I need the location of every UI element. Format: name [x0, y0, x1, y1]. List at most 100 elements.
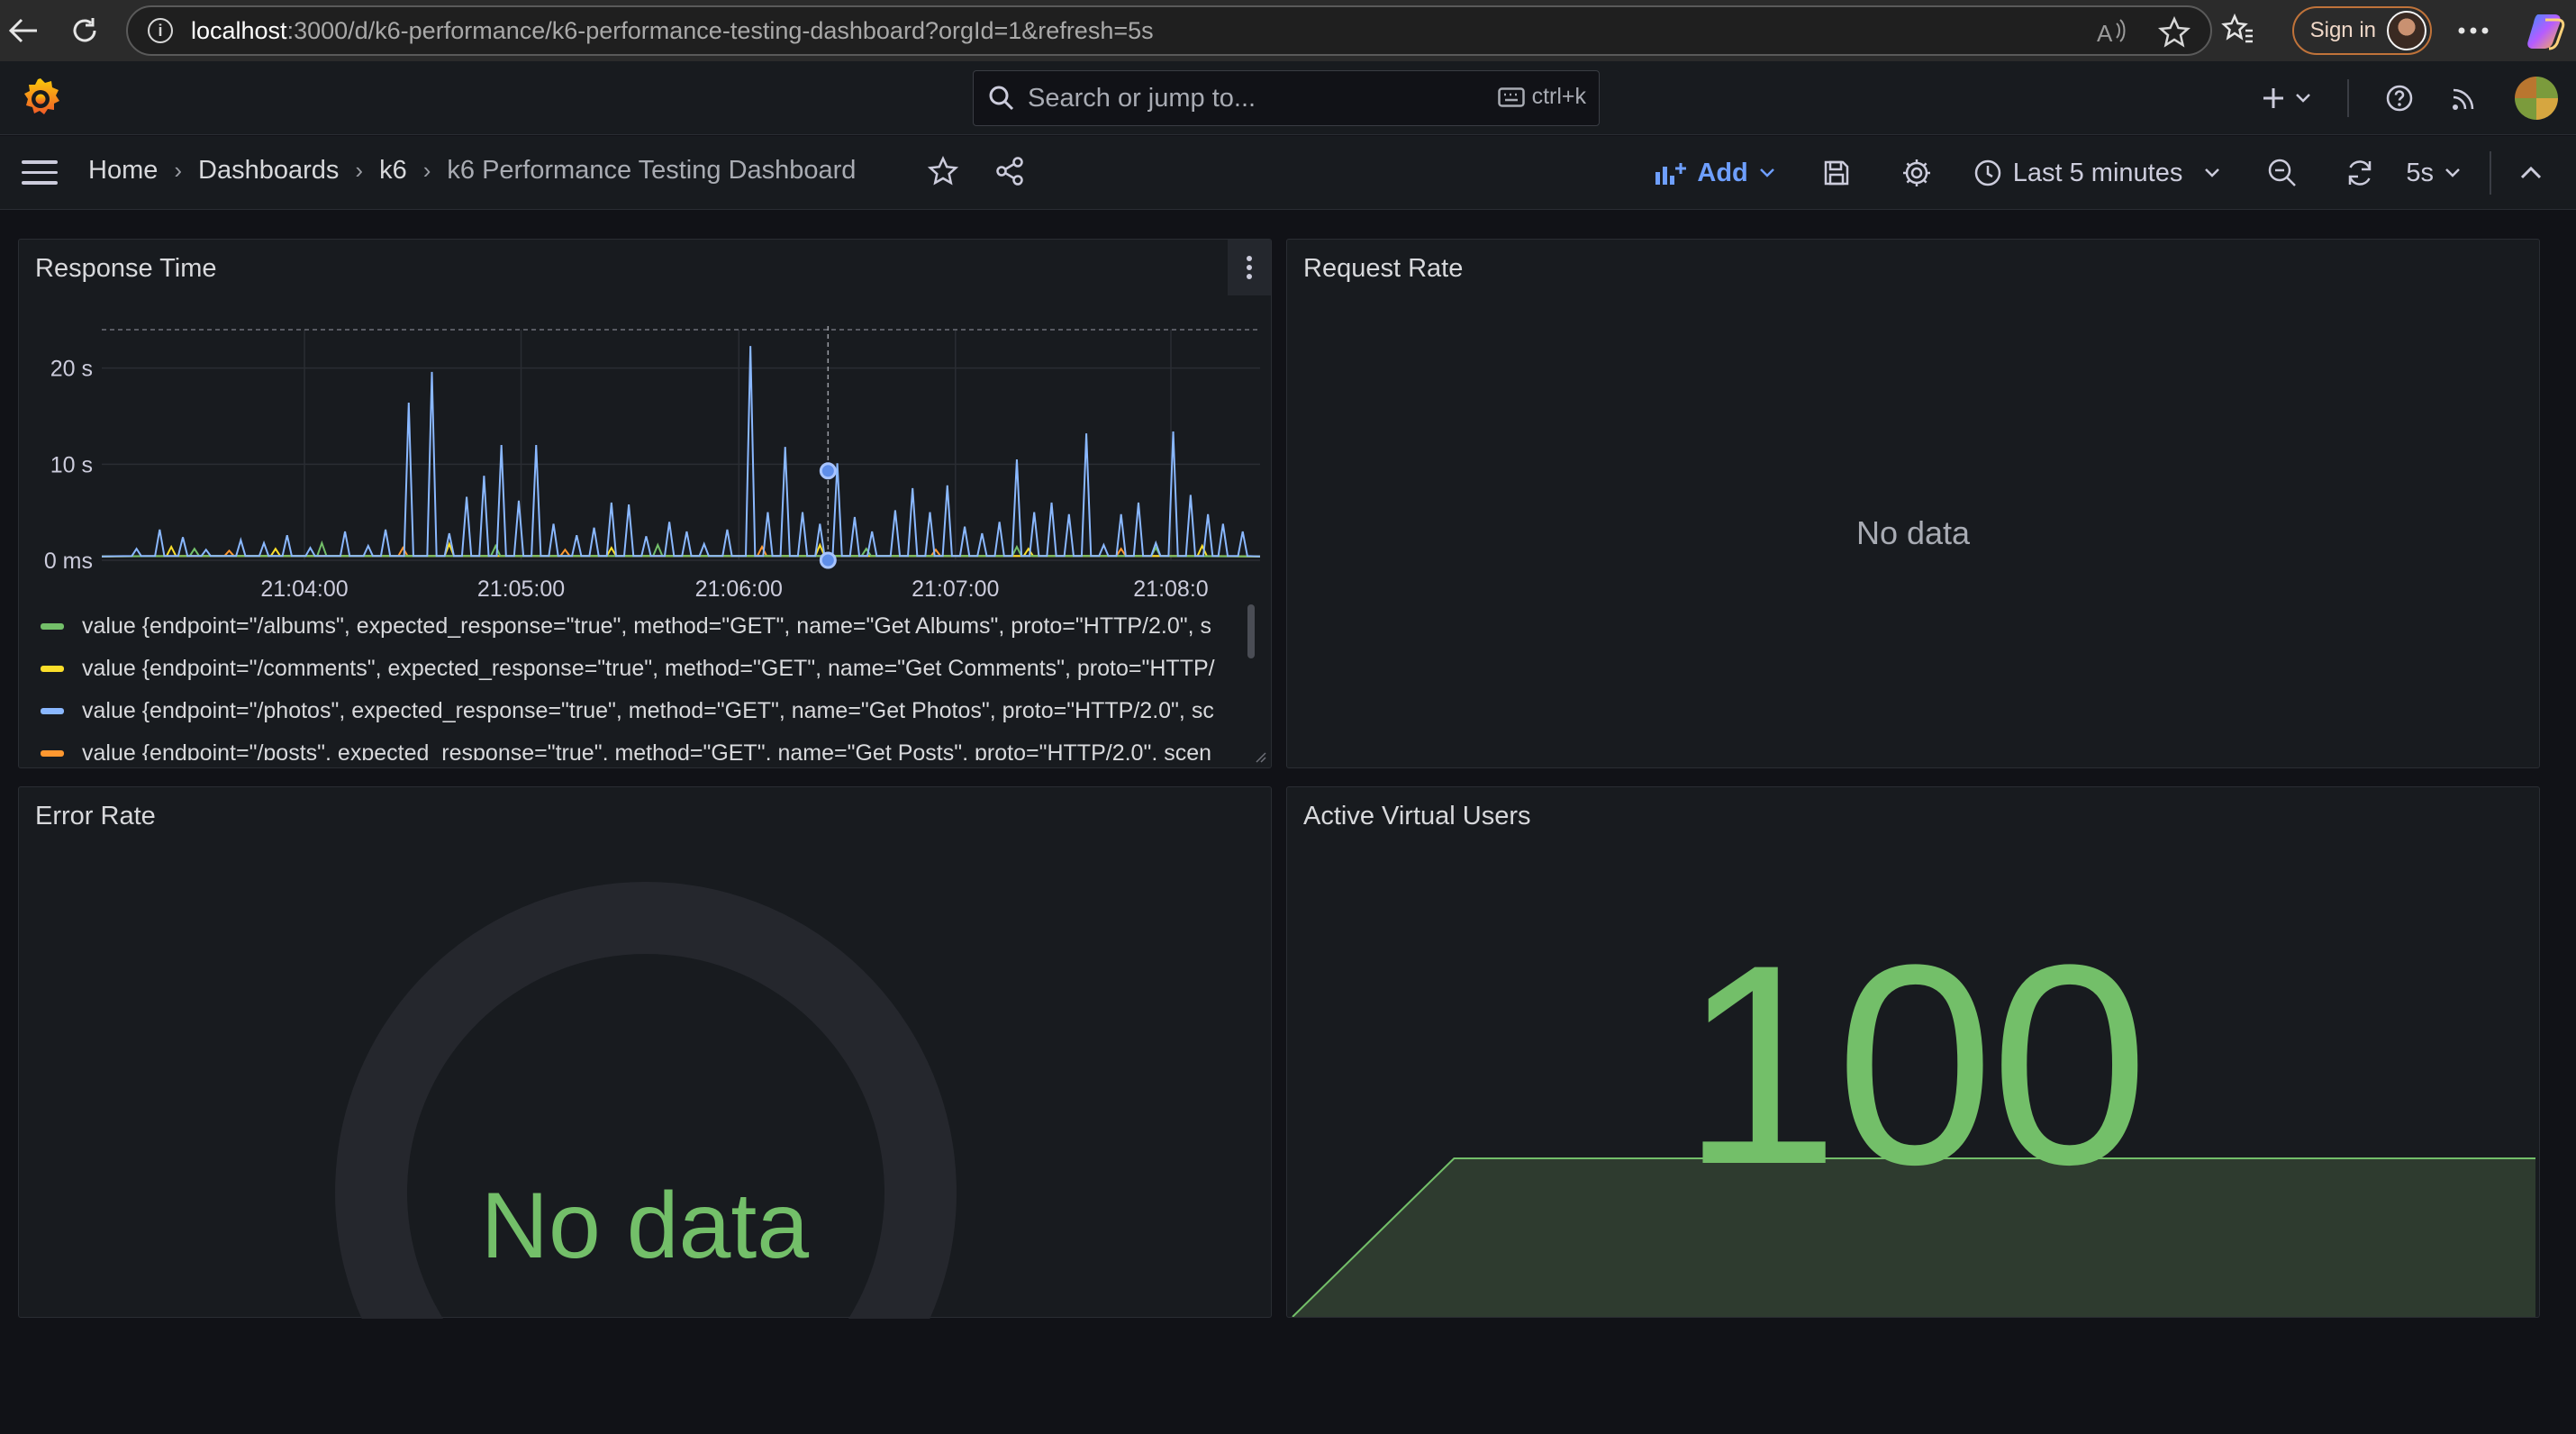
- news-feed-icon[interactable]: [2450, 84, 2479, 113]
- legend-item[interactable]: value {endpoint="/comments", expected_re…: [41, 648, 1265, 690]
- breadcrumb: Home › Dashboards › k6 › k6 Performance …: [88, 156, 856, 186]
- no-data-message: No data: [1855, 514, 1971, 551]
- y-tick-label: 0 ms: [44, 549, 93, 574]
- legend-label: value {endpoint="/posts", expected_respo…: [82, 740, 1212, 760]
- panel-title: Request Rate: [1303, 254, 1464, 283]
- toolbar-divider: [2347, 79, 2349, 117]
- x-tick-label: 21:05:00: [477, 576, 565, 602]
- star-icon[interactable]: [928, 156, 958, 186]
- copilot-icon[interactable]: [2526, 7, 2572, 54]
- grafana-logo-icon[interactable]: [18, 76, 63, 121]
- y-tick-label: 20 s: [50, 357, 93, 382]
- user-avatar[interactable]: [2515, 77, 2558, 120]
- panel-request-rate: Request Rate No data: [1286, 239, 2540, 768]
- new-menu-button[interactable]: [2261, 86, 2311, 111]
- settings-gear-icon[interactable]: [1901, 158, 1932, 188]
- time-range-label: Last 5 minutes: [2012, 158, 2183, 187]
- profile-avatar: [2387, 11, 2426, 50]
- add-panel-button[interactable]: Add: [1654, 159, 1774, 188]
- search-shortcut-label: ctrl+k: [1531, 84, 1586, 109]
- browser-toolbar: i localhost:3000/d/k6-performance/k6-per…: [0, 0, 2576, 61]
- chevron-down-icon: [2445, 168, 2460, 177]
- url-path: :3000/d/k6-performance/k6-performance-te…: [286, 16, 1154, 44]
- chevron-down-icon: [2296, 94, 2310, 103]
- panel-response-time: Response Time 0 ms 10 s 20 s 21:04:00 21:05:…: [18, 239, 1272, 768]
- time-range-picker[interactable]: Last 5 minutes: [1973, 159, 2221, 188]
- refresh-interval-picker[interactable]: 5s: [2406, 159, 2461, 188]
- address-bar[interactable]: i localhost:3000/d/k6-performance/k6-per…: [126, 5, 2212, 56]
- legend-swatch: [41, 708, 64, 714]
- search-icon: [989, 86, 1014, 111]
- resize-handle-icon[interactable]: [1255, 751, 1267, 764]
- y-tick-label: 10 s: [50, 452, 93, 477]
- chevron-down-icon: [2205, 168, 2220, 177]
- search-bar[interactable]: Search or jump to... ctrl+k: [973, 70, 1600, 126]
- chevron-right-icon: ›: [355, 157, 364, 184]
- grafana-top-bar: Search or jump to... ctrl+k: [0, 61, 2576, 135]
- crosshair-point: [819, 551, 837, 569]
- keyboard-icon: [1497, 86, 1525, 107]
- breadcrumb-folder[interactable]: k6: [379, 156, 407, 186]
- legend-item[interactable]: value {endpoint="/posts", expected_respo…: [41, 732, 1265, 760]
- breadcrumb-dashboards[interactable]: Dashboards: [198, 156, 339, 186]
- add-label: Add: [1697, 158, 1748, 187]
- legend-label: value {endpoint="/comments", expected_re…: [82, 656, 1215, 681]
- legend-swatch: [41, 623, 64, 630]
- series-line: [101, 541, 1261, 558]
- sign-in-label: Sign in: [2309, 18, 2376, 42]
- chevron-right-icon: ›: [174, 157, 183, 184]
- crosshair-point: [819, 462, 837, 480]
- x-tick-label: 21:07:00: [912, 576, 999, 602]
- legend-item[interactable]: value {endpoint="/photos", expected_resp…: [41, 690, 1265, 732]
- x-tick-label: 21:04:00: [260, 576, 348, 602]
- help-icon[interactable]: [2385, 84, 2414, 113]
- url-host: localhost: [191, 16, 287, 44]
- favorite-star-icon[interactable]: [2158, 16, 2191, 49]
- favorites-icon[interactable]: [2220, 13, 2256, 49]
- refresh-icon: [2349, 160, 2372, 186]
- search-placeholder: Search or jump to...: [1028, 83, 1256, 113]
- toolbar-divider: [2490, 151, 2491, 195]
- menu-toggle-button[interactable]: [22, 160, 58, 186]
- x-tick-label: 21:08:0: [1133, 576, 1208, 602]
- read-aloud-icon[interactable]: A: [2095, 16, 2127, 49]
- back-button[interactable]: [0, 7, 47, 54]
- chevron-up-icon[interactable]: [2520, 166, 2542, 180]
- chevron-right-icon: ›: [422, 157, 431, 184]
- legend-scrollbar[interactable]: [1247, 604, 1255, 658]
- more-options-icon[interactable]: [2457, 26, 2490, 35]
- search-shortcut: ctrl+k: [1497, 84, 1586, 110]
- series-legend: value {endpoint="/albums", expected_resp…: [41, 605, 1265, 760]
- svg-text:A: A: [2097, 20, 2113, 47]
- back-arrow-icon: [8, 18, 37, 43]
- refresh-button[interactable]: [2345, 158, 2375, 188]
- chevron-down-icon: [1759, 168, 1774, 177]
- add-panel-icon: [1655, 163, 1687, 185]
- gauge-no-data: No data: [480, 1174, 810, 1278]
- share-icon[interactable]: [994, 156, 1025, 186]
- plus-icon: [2263, 88, 2283, 108]
- panel-error-rate: Error Rate No data: [18, 786, 1272, 1319]
- clock-icon: [1974, 159, 2000, 186]
- panel-menu-button[interactable]: [1228, 240, 1271, 295]
- site-info-icon[interactable]: i: [148, 18, 173, 43]
- panel-active-virtual-users: Active Virtual Users 100: [1286, 786, 2540, 1318]
- legend-swatch: [41, 750, 64, 757]
- x-tick-label: 21:06:00: [695, 576, 783, 602]
- legend-label: value {endpoint="/albums", expected_resp…: [82, 613, 1212, 639]
- panel-title: Response Time: [35, 254, 217, 283]
- legend-item[interactable]: value {endpoint="/albums", expected_resp…: [41, 605, 1265, 648]
- reload-button[interactable]: [61, 7, 108, 54]
- breadcrumb-current: k6 Performance Testing Dashboard: [447, 156, 857, 185]
- zoom-out-icon[interactable]: [2267, 158, 2298, 188]
- save-icon[interactable]: [1822, 159, 1851, 187]
- refresh-interval-label: 5s: [2406, 158, 2434, 187]
- stat-value: 100: [1681, 905, 2148, 1223]
- dashboard-nav-bar: Home › Dashboards › k6 › k6 Performance …: [0, 136, 2576, 210]
- breadcrumb-home[interactable]: Home: [88, 156, 158, 186]
- series-line: [101, 346, 1261, 558]
- legend-label: value {endpoint="/photos", expected_resp…: [82, 698, 1214, 723]
- kebab-menu-icon: [1247, 256, 1252, 279]
- reload-icon: [73, 18, 96, 42]
- sign-in-button[interactable]: Sign in: [2291, 6, 2432, 55]
